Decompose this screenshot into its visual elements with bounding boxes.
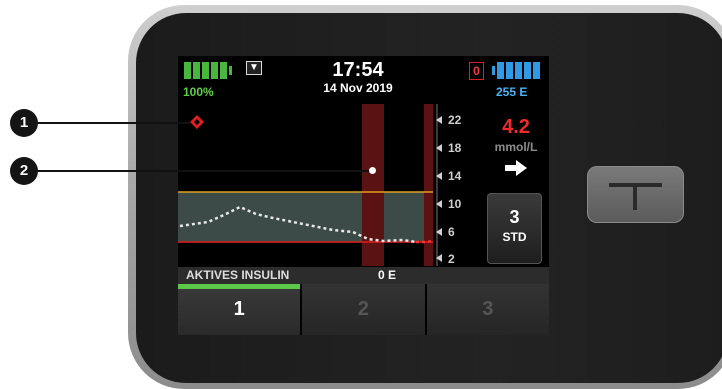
insulin-on-board-bar: AKTIVES INSULIN 0 E <box>178 267 549 284</box>
insulin-units: 255 E <box>496 85 528 99</box>
bolus-profile-number: 3 <box>509 207 520 227</box>
bolus-profile-button[interactable]: 3 STD <box>487 193 542 264</box>
trend-arrow-right-icon <box>505 160 527 176</box>
callout-leader-2 <box>38 170 373 172</box>
callout-leader-1 <box>38 122 190 124</box>
tab-3[interactable]: 3 <box>426 284 549 335</box>
y-tick-6: 6 <box>448 225 455 239</box>
callout-2-endpoint <box>369 167 376 174</box>
y-tick-2: 2 <box>448 252 455 266</box>
t-logo-icon-stem <box>633 183 637 210</box>
signal-antenna-icon: ▼ <box>246 61 262 75</box>
iob-label: AKTIVES INSULIN <box>186 268 290 282</box>
callout-2: 2 <box>10 157 38 185</box>
tab-bar: 1 2 3 <box>178 284 549 335</box>
battery-percent: 100% <box>183 85 214 99</box>
tab-1[interactable]: 1 <box>178 284 303 335</box>
y-tick-10: 10 <box>448 197 462 211</box>
insulin-reservoir-icon <box>492 62 540 79</box>
cgm-graph: 22 18 14 10 6 2 <box>178 104 484 266</box>
pump-screen: 100% ▼ 17:54 14 Nov 2019 0 255 E 22 18 1… <box>178 56 549 335</box>
clock-time: 17:54 <box>332 59 384 81</box>
callout-1: 1 <box>10 109 38 137</box>
glucose-unit: mmol/L <box>494 140 538 154</box>
battery-icon <box>184 62 232 79</box>
y-tick-22: 22 <box>448 113 462 127</box>
tab-2[interactable]: 2 <box>302 284 427 335</box>
home-button[interactable] <box>587 166 684 223</box>
bolus-profile-label: STD <box>502 230 527 244</box>
y-tick-18: 18 <box>448 141 462 155</box>
status-bar: 100% ▼ 17:54 14 Nov 2019 0 255 E <box>178 56 549 103</box>
y-tick-14: 14 <box>448 169 462 183</box>
clock-date: 14 Nov 2019 <box>323 81 393 95</box>
iob-value: 0 E <box>378 268 397 282</box>
glucose-reading-panel[interactable]: 4.2 mmol/L <box>484 108 548 176</box>
glucose-trace-low <box>416 239 434 244</box>
glucose-value: 4.2 <box>502 116 530 138</box>
alert-count-badge[interactable]: 0 <box>469 62 484 80</box>
sensor-event-diamond-icon <box>190 115 204 129</box>
